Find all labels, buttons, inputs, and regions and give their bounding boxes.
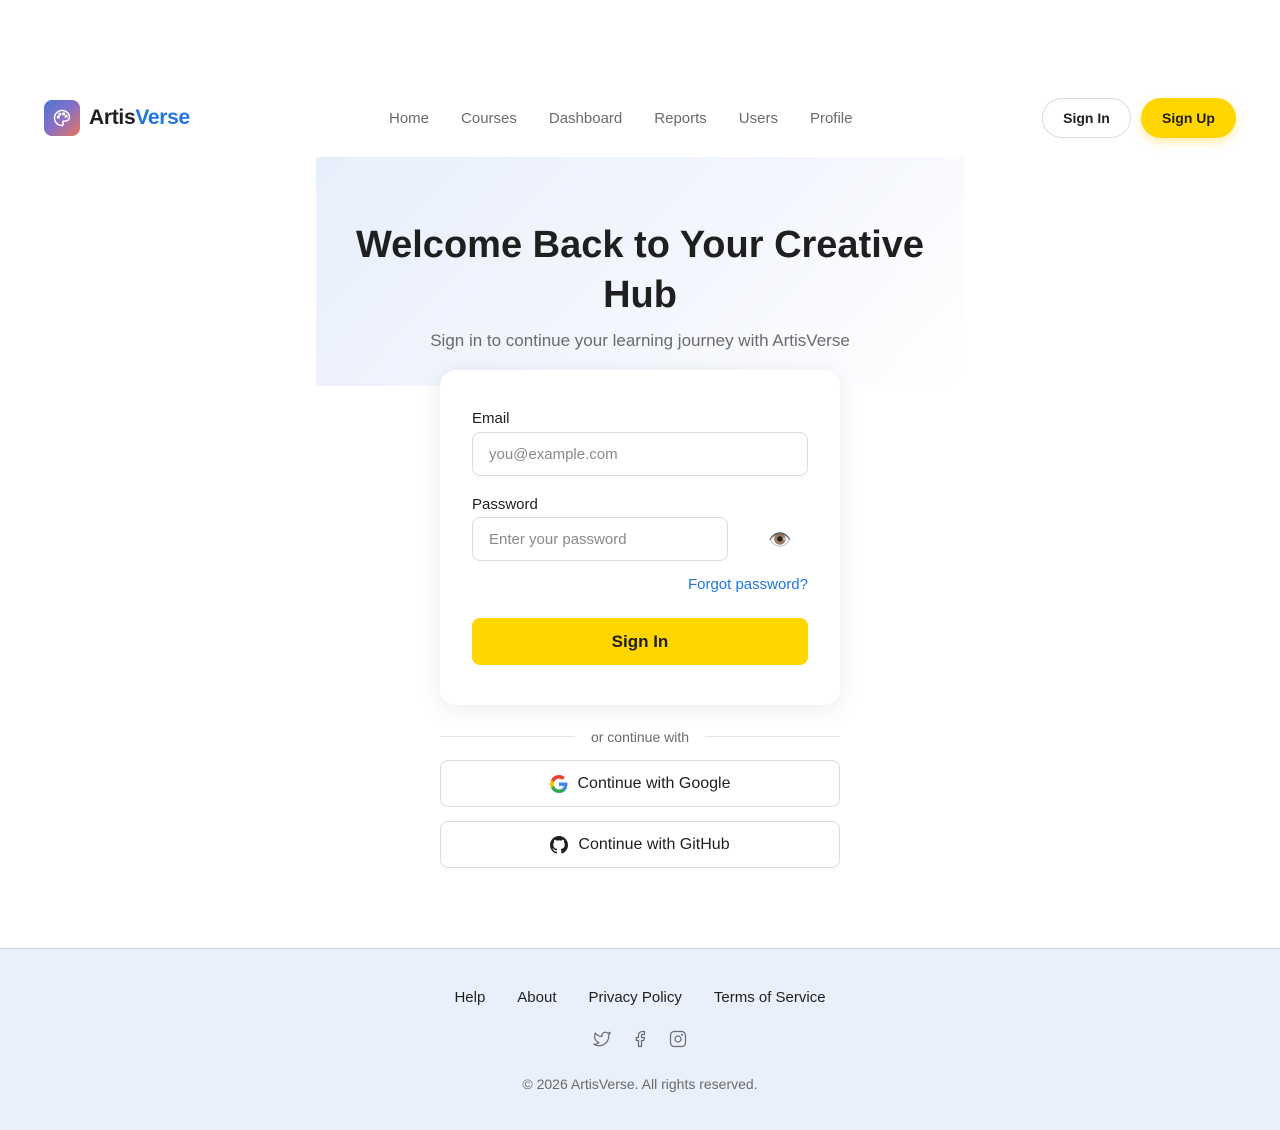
oauth-divider: or continue with <box>440 727 840 747</box>
github-sign-in-button[interactable]: Continue with GitHub <box>440 821 840 868</box>
brand-name-part2: Verse <box>135 106 190 129</box>
github-icon <box>550 835 569 854</box>
twitter-icon[interactable] <box>592 1029 612 1049</box>
forgot-password-link[interactable]: Forgot password? <box>688 576 808 593</box>
brand-name-part1: Artis <box>89 106 136 129</box>
google-icon <box>549 774 567 793</box>
sign-in-card: Email Password 👁️ Forgot password? Sign … <box>440 370 840 705</box>
nav-item-profile[interactable]: Profile <box>810 110 853 127</box>
page-title: Welcome Back to Your Creative Hub <box>355 224 925 316</box>
divider-text-wrap: or continue with <box>440 727 840 747</box>
divider-text: or continue with <box>574 729 706 745</box>
email-label: Email <box>472 410 510 427</box>
email-field[interactable] <box>472 432 808 476</box>
site-footer: Help About Privacy Policy Terms of Servi… <box>0 948 1280 1130</box>
brand-name: ArtisVerse <box>89 106 190 130</box>
site-header: ArtisVerse Home Courses Dashboard Report… <box>0 98 1280 138</box>
header-sign-in-button[interactable]: Sign In <box>1042 98 1131 138</box>
footer-link-privacy[interactable]: Privacy Policy <box>589 989 682 1006</box>
google-sign-in-button[interactable]: Continue with Google <box>440 760 840 807</box>
nav-item-home[interactable]: Home <box>389 110 429 127</box>
header-sign-up-button[interactable]: Sign Up <box>1141 98 1236 138</box>
nav-item-courses[interactable]: Courses <box>461 110 517 127</box>
password-field[interactable] <box>472 517 728 561</box>
palette-icon <box>44 100 80 136</box>
copyright-text: © 2026 ArtisVerse. All rights reserved. <box>522 1076 758 1092</box>
page-subtitle: Sign in to continue your learning journe… <box>430 331 850 350</box>
brand-logo[interactable]: ArtisVerse <box>44 100 190 136</box>
sign-in-button[interactable]: Sign In <box>472 618 808 665</box>
facebook-icon[interactable] <box>630 1029 650 1049</box>
footer-links: Help About Privacy Policy Terms of Servi… <box>0 989 1280 1006</box>
password-label: Password <box>472 496 538 513</box>
nav-item-users[interactable]: Users <box>739 110 778 127</box>
footer-link-about[interactable]: About <box>517 989 556 1006</box>
instagram-icon[interactable] <box>668 1029 688 1049</box>
nav-item-reports[interactable]: Reports <box>654 110 707 127</box>
github-button-label: Continue with GitHub <box>578 835 730 853</box>
footer-link-help[interactable]: Help <box>454 989 485 1006</box>
main-nav: Home Courses Dashboard Reports Users Pro… <box>389 98 885 138</box>
social-links <box>0 1029 1280 1049</box>
footer-link-terms[interactable]: Terms of Service <box>714 989 826 1006</box>
google-button-label: Continue with Google <box>577 774 731 792</box>
eye-icon[interactable]: 👁️ <box>767 527 793 553</box>
nav-item-dashboard[interactable]: Dashboard <box>549 110 622 127</box>
